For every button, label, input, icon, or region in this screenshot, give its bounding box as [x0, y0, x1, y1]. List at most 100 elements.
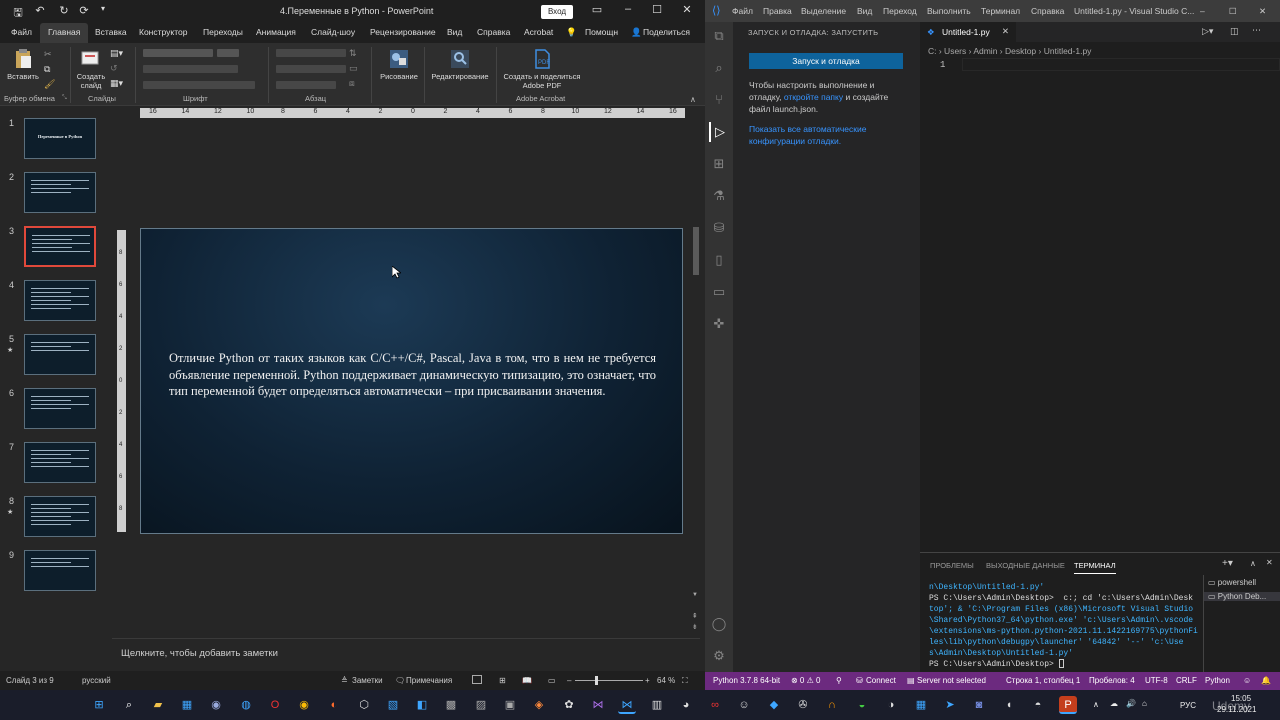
indentation[interactable]: Пробелов: 4 [1089, 676, 1135, 685]
explorer-icon[interactable]: ⧉ [709, 26, 729, 46]
drawing-button[interactable]: Рисование [376, 48, 422, 81]
slide-thumbnail[interactable] [24, 334, 96, 375]
menu-help[interactable]: Справка [1031, 6, 1064, 16]
tab-untitled-1[interactable]: ❖ Untitled-1.py ✕ [920, 22, 1016, 42]
spacing-row[interactable] [276, 81, 336, 89]
app-icon[interactable]: ▨ [472, 696, 490, 714]
app-icon[interactable]: ◧ [413, 696, 431, 714]
layout-icon[interactable]: ▤▾ [110, 48, 123, 59]
app-icon[interactable]: ▩ [442, 696, 460, 714]
powerpoint-task-icon[interactable]: P [1059, 696, 1077, 714]
minimize-button[interactable]: – [1200, 6, 1205, 16]
slideshow-view-icon[interactable]: ▭ [548, 676, 556, 685]
next-slide-icon[interactable]: ⇟ [692, 623, 698, 631]
maximize-panel-icon[interactable]: ∧ [1250, 559, 1256, 568]
scroll-down-icon[interactable]: ▼ [692, 592, 698, 598]
onedrive-icon[interactable]: ☁ [1110, 699, 1118, 708]
vscode-task-icon[interactable]: ⋈ [618, 696, 636, 714]
encoding[interactable]: UTF-8 [1145, 676, 1168, 685]
close-panel-icon[interactable]: ✕ [1266, 558, 1273, 567]
font-color-row[interactable] [143, 81, 255, 89]
source-control-icon[interactable]: ⑂ [709, 90, 729, 110]
slide-thumbnail[interactable] [24, 226, 96, 267]
server-status[interactable]: Server not selected [917, 676, 986, 685]
breadcrumb[interactable]: C: › Users › Admin › Desktop › Untitled-… [928, 46, 1091, 56]
save-icon[interactable]: 🖫 [10, 4, 26, 20]
tab-help[interactable]: Справка [477, 27, 510, 37]
zoom-handle[interactable] [595, 676, 598, 685]
show-debug-configs-link[interactable]: Показать все автоматические конфигурации… [749, 123, 909, 147]
tray-expand-icon[interactable]: ∧ [1093, 700, 1099, 709]
app-icon[interactable]: ▣ [501, 696, 519, 714]
open-folder-link[interactable]: откройте папку [784, 92, 843, 102]
tab-transitions[interactable]: Переходы [203, 27, 243, 37]
collapse-ribbon-icon[interactable]: ∧ [690, 95, 696, 104]
slide-thumbnail[interactable] [24, 496, 96, 537]
slide-thumbnail[interactable] [24, 172, 96, 213]
smartart-icon[interactable]: ⧈ [349, 78, 355, 89]
tab-view[interactable]: Вид [447, 27, 462, 37]
file-explorer-icon[interactable]: ▰ [149, 696, 167, 714]
login-button[interactable]: Вход [541, 5, 573, 19]
reset-icon[interactable]: ↺ [110, 63, 118, 74]
tab-output[interactable]: ВЫХОДНЫЕ ДАННЫЕ [986, 561, 1065, 570]
comments-icon[interactable]: 🗨 [395, 676, 405, 685]
ribbon-display-icon[interactable]: ▭ [587, 3, 607, 19]
reading-view-icon[interactable]: 📖 [522, 676, 532, 685]
problems-count[interactable]: ⊗ 0 ⚠ 0 [791, 676, 820, 685]
tell-me-field[interactable]: Помощн [585, 27, 618, 37]
list-row[interactable] [276, 49, 346, 57]
cursor-position[interactable]: Строка 1, столбец 1 [1006, 676, 1080, 685]
maximize-button[interactable]: ☐ [647, 3, 667, 19]
tab-problems[interactable]: ПРОБЛЕМЫ [930, 561, 974, 570]
notes-placeholder[interactable]: Щелкните, чтобы добавить заметки [121, 648, 278, 659]
dialog-launcher-icon[interactable]: ⤡ [62, 95, 67, 102]
app-icon[interactable]: ◖ [1000, 696, 1018, 714]
terminal-item-python-debug[interactable]: ▭ Python Deb... [1204, 592, 1280, 601]
menu-run[interactable]: Выполнить [927, 6, 971, 16]
app-icon[interactable]: ∞ [706, 696, 724, 714]
feedback-icon[interactable]: ☺ [1243, 676, 1251, 685]
connect-button[interactable]: Connect [866, 676, 896, 685]
tab-design[interactable]: Конструктор [139, 27, 187, 37]
app-icon[interactable]: ▥ [648, 696, 666, 714]
text-direction-icon[interactable]: ⇅ [349, 48, 357, 59]
cut-icon[interactable]: ✂ [44, 49, 52, 60]
close-button[interactable]: ✕ [677, 3, 697, 19]
share-button[interactable]: Поделиться [643, 27, 690, 37]
menu-view[interactable]: Вид [857, 6, 872, 16]
app-icon[interactable]: ✿ [560, 696, 578, 714]
search-icon[interactable]: ⌕ [709, 58, 729, 78]
app-icon[interactable]: ∩ [823, 696, 841, 714]
app-icon[interactable]: ◐ [325, 696, 343, 714]
search-icon[interactable]: ⌕ [120, 696, 138, 714]
tab-terminal[interactable]: ТЕРМИНАЛ [1074, 561, 1116, 574]
current-slide[interactable]: Отличие Python от таких языков как С/С++… [140, 228, 683, 534]
slide-thumbnail[interactable]: Переменные в Python [24, 118, 96, 159]
app-icon[interactable]: ◓ [1029, 696, 1047, 714]
extensions-icon[interactable]: ⊞ [709, 154, 729, 174]
zoom-out-icon[interactable]: – [567, 676, 571, 685]
share-icon[interactable]: 👤 [631, 27, 642, 38]
database-icon[interactable]: ⛁ [709, 218, 729, 238]
maximize-button[interactable]: ☐ [1229, 6, 1237, 17]
app-icon[interactable]: ◕ [677, 696, 695, 714]
testing-icon[interactable]: ⚗ [709, 186, 729, 206]
normal-view-icon[interactable] [472, 675, 482, 684]
fit-window-icon[interactable]: ⛶ [682, 676, 688, 686]
scroll-thumb[interactable] [693, 227, 699, 275]
font-format-row[interactable] [143, 65, 238, 73]
app-icon[interactable]: ▦ [912, 696, 930, 714]
keyboard-language[interactable]: РУС [1180, 701, 1196, 710]
account-icon[interactable]: ◯ [709, 614, 729, 634]
slide-thumbnail[interactable] [24, 442, 96, 483]
app-icon[interactable]: ◈ [530, 696, 548, 714]
terminal-output[interactable]: n\Desktop\Untitled-1.py' PS C:\Users\Admi… [929, 582, 1199, 670]
tab-review[interactable]: Рецензирование [370, 27, 436, 37]
tab-slideshow[interactable]: Слайд-шоу [311, 27, 355, 37]
font-size-box[interactable] [217, 49, 239, 57]
tab-animations[interactable]: Анимация [256, 27, 296, 37]
python-icon[interactable]: ✜ [709, 314, 729, 334]
debug-icon[interactable]: ⚲ [836, 676, 842, 685]
app-icon[interactable]: ▧ [384, 696, 402, 714]
